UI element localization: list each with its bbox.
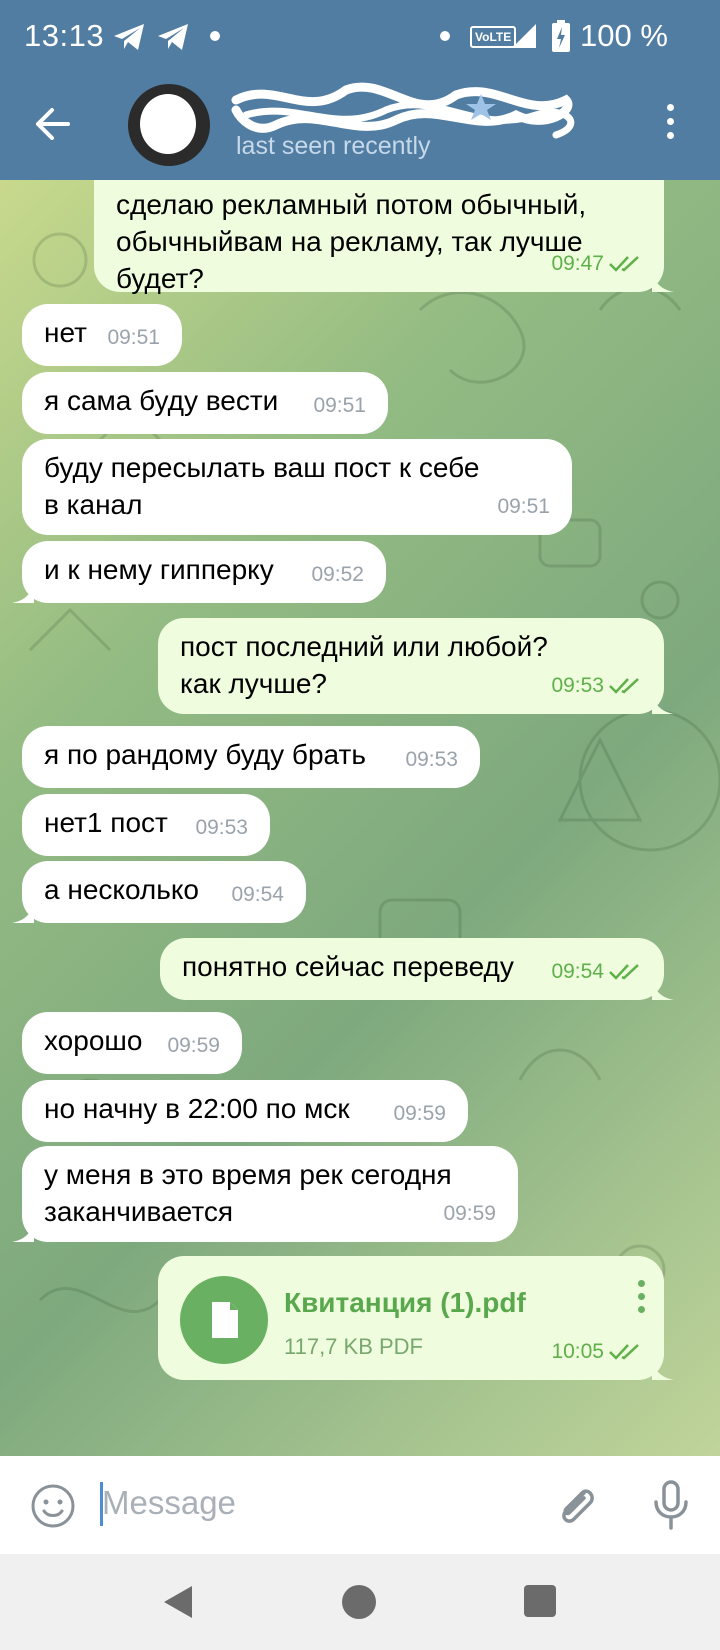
status-time: 13:13	[24, 18, 105, 53]
message-text: и к нему гипперку	[44, 554, 274, 585]
message-bubble-incoming[interactable]: и к нему гипперку 09:52	[12, 541, 386, 603]
file-download-button[interactable]	[180, 1276, 268, 1364]
chat-area[interactable]: сделаю рекламный потом обычный, обычныйв…	[0, 180, 720, 1456]
message-text: у меня в это время рек сегодня заканчива…	[44, 1159, 452, 1227]
message-meta: 09:47	[551, 245, 642, 282]
bubble-tail	[12, 583, 34, 603]
double-check-icon	[609, 678, 639, 694]
message-bubble-incoming[interactable]: буду пересылать ваш пост к себе в канал …	[22, 439, 572, 535]
double-check-icon	[609, 1344, 639, 1360]
file-name: Квитанция (1).pdf	[284, 1287, 526, 1318]
double-check-icon	[609, 964, 639, 980]
message-bubble-incoming[interactable]: у меня в это время рек сегодня заканчива…	[12, 1146, 518, 1242]
message-bubble-incoming[interactable]: хорошо 09:59	[22, 1012, 242, 1074]
bubble-tail	[652, 1360, 674, 1380]
contact-avatar[interactable]	[128, 84, 210, 166]
message-meta: 09:54	[551, 953, 642, 990]
message-bubble-incoming[interactable]: а несколько 09:54	[12, 861, 306, 923]
avatar-redaction	[140, 94, 196, 154]
message-time: 09:53	[195, 816, 248, 839]
message-text: хорошо	[44, 1025, 143, 1056]
message-text: буду пересылать ваш пост к себе в канал	[44, 452, 480, 520]
message-time: 09:52	[311, 563, 364, 586]
message-time: 09:59	[393, 1102, 446, 1125]
message-text: нет	[44, 317, 87, 348]
file-size: 117,7 KB PDF	[284, 1334, 423, 1359]
message-text: сделаю рекламный потом обычный, обычныйв…	[116, 189, 587, 294]
message-composer: Message	[0, 1456, 720, 1554]
message-bubble-incoming[interactable]: нет1 пост 09:53	[22, 794, 270, 856]
file-message-bubble[interactable]: Квитанция (1).pdf 117,7 KB PDF 10:05	[158, 1256, 674, 1380]
status-dot-icon	[440, 31, 450, 41]
nav-back-icon[interactable]	[162, 1584, 194, 1620]
nav-home-icon[interactable]	[342, 1585, 376, 1619]
message-bubble-outgoing[interactable]: понятно сейчас переведу 09:54	[160, 938, 674, 1000]
bubble-tail	[652, 694, 674, 714]
message-bubble-incoming[interactable]: нет 09:51	[22, 304, 182, 366]
message-time: 09:51	[313, 394, 366, 417]
bubble-tail	[12, 903, 34, 923]
last-seen-status: last seen recently	[236, 132, 431, 160]
message-text: понятно сейчас переведу	[182, 951, 514, 982]
message-text: нет1 пост	[44, 807, 168, 838]
bubble-tail	[652, 980, 674, 1000]
message-bubble-incoming[interactable]: но начну в 22:00 по мск 09:59	[22, 1080, 468, 1142]
bubble-tail	[652, 272, 674, 292]
message-text: а несколько	[44, 874, 199, 905]
telegram-notification-icon	[114, 24, 144, 50]
message-time: 09:51	[107, 326, 160, 349]
more-options-icon[interactable]	[664, 104, 676, 144]
message-time: 09:53	[551, 674, 604, 697]
notification-dot-icon	[210, 31, 220, 41]
microphone-icon[interactable]	[652, 1480, 690, 1530]
message-bubble-incoming[interactable]: я по рандому буду брать 09:53	[22, 726, 480, 788]
message-text: пост последний или любой? как лучше?	[180, 631, 548, 699]
message-time: 09:47	[551, 252, 604, 275]
status-bar: 13:13 VoLTE 100 %	[0, 0, 720, 74]
message-time: 09:51	[497, 495, 550, 518]
message-time: 09:53	[405, 748, 458, 771]
message-time: 09:54	[231, 883, 284, 906]
message-time: 09:59	[167, 1034, 220, 1057]
emoji-icon[interactable]	[30, 1483, 76, 1529]
message-time: 09:59	[443, 1202, 496, 1225]
message-time: 10:05	[551, 1340, 604, 1363]
message-text: но начну в 22:00 по мск	[44, 1093, 350, 1124]
message-bubble-outgoing[interactable]: пост последний или любой? как лучше? 09:…	[158, 618, 674, 714]
signal-icon	[512, 24, 536, 48]
message-meta: 10:05	[551, 1333, 642, 1370]
attach-icon[interactable]	[554, 1481, 598, 1529]
message-bubble-outgoing[interactable]: сделаю рекламный потом обычный, обычныйв…	[94, 180, 674, 294]
nav-recents-icon[interactable]	[524, 1585, 556, 1617]
battery-percent: 100 %	[580, 18, 668, 53]
message-text: я по рандому буду брать	[44, 739, 366, 770]
file-menu-icon[interactable]	[638, 1280, 646, 1316]
message-time: 09:54	[551, 960, 604, 983]
double-check-icon	[609, 256, 639, 272]
battery-charging-icon	[552, 20, 570, 52]
bubble-tail	[12, 1222, 34, 1242]
message-text: я сама буду вести	[44, 385, 279, 416]
message-input[interactable]: Message	[102, 1484, 236, 1522]
message-bubble-incoming[interactable]: я сама буду вести 09:51	[22, 372, 388, 434]
system-navigation-bar	[0, 1554, 720, 1650]
top-bar: 13:13 VoLTE 100 % last seen recently	[0, 0, 720, 180]
document-icon	[212, 1302, 238, 1338]
message-meta: 09:53	[551, 667, 642, 704]
back-arrow-icon[interactable]	[34, 106, 74, 142]
telegram-notification-icon	[158, 24, 188, 50]
